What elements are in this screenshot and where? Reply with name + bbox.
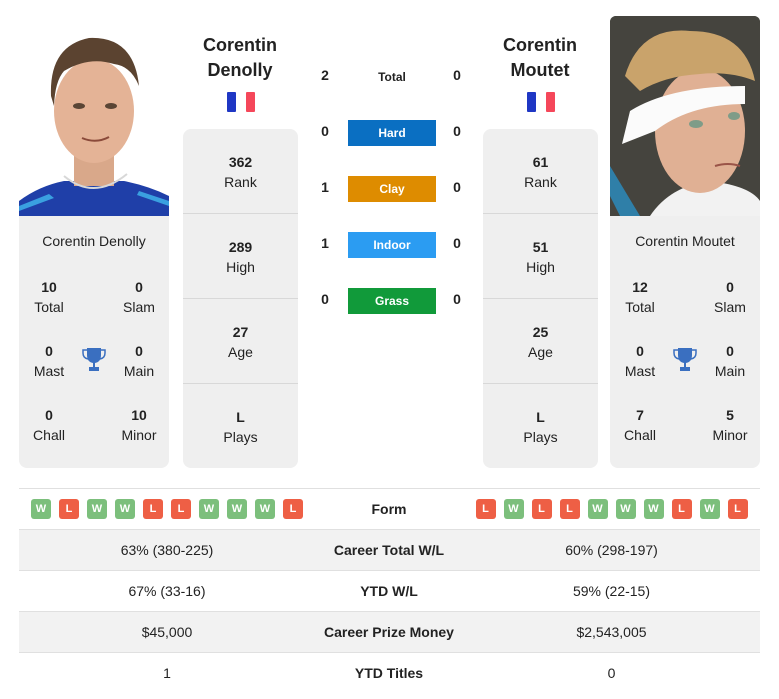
row-value-left: 67% (33-16)	[128, 583, 206, 599]
surface-badge-hard[interactable]: Hard	[348, 120, 436, 146]
row-label: Career Total W/L	[333, 542, 445, 558]
form-badge-loss[interactable]: L	[59, 499, 79, 519]
form-badge-win[interactable]: W	[87, 499, 107, 519]
stat-age-left: 27 Age	[183, 299, 298, 384]
flag-france-icon	[527, 92, 555, 112]
form-badge-loss[interactable]: L	[559, 499, 580, 519]
flag-stripe	[245, 92, 255, 112]
h2h-row-indoor: 1 Indoor 0	[300, 232, 480, 258]
h2h-row-total: 2 Total 0	[300, 64, 480, 90]
titles-slam-left: 0 Slam	[123, 279, 155, 315]
row-label: YTD Titles	[354, 665, 424, 681]
titles-chall-right: 7 Chall	[624, 407, 656, 443]
h2h-label-total: Total	[378, 70, 406, 84]
form-badge-win[interactable]: W	[699, 499, 720, 519]
flag-france-icon	[227, 92, 255, 112]
form-badge-loss[interactable]: L	[283, 499, 303, 519]
form-badge-loss[interactable]: L	[671, 499, 692, 519]
titles-total-right: 12 Total	[625, 279, 655, 315]
player-photo-right-image	[610, 16, 760, 216]
surface-badge-grass[interactable]: Grass	[348, 288, 436, 314]
stat-plays-left: L Plays	[223, 409, 258, 445]
row-value-left: 63% (380-225)	[120, 542, 214, 558]
form-badges-right: LWLLWWWLWL	[463, 489, 760, 529]
stat-rank-right: 61 Rank	[483, 129, 598, 214]
trophy-icon	[673, 348, 697, 371]
player-name-left: Corentin Denolly	[42, 233, 146, 249]
form-badge-loss[interactable]: L	[171, 499, 191, 519]
titles-chall-left: 0 Chall	[33, 407, 65, 443]
row-value-right: $2,543,005	[576, 624, 647, 640]
h2h-row-clay: 1 Clay 0	[300, 176, 480, 202]
form-badge-loss[interactable]: L	[475, 499, 496, 519]
row-value-left: $45,000	[141, 624, 193, 640]
flag-stripe	[236, 92, 246, 112]
surface-badge-indoor[interactable]: Indoor	[348, 232, 436, 258]
flag-stripe	[545, 92, 555, 112]
trophy-icon	[82, 348, 106, 371]
flag-stripe	[227, 92, 237, 112]
row-label-form: Form	[371, 501, 407, 517]
form-badge-win[interactable]: W	[227, 499, 247, 519]
h2h-row-grass: 0 Grass 0	[300, 288, 480, 314]
row-value-right: 59% (22-15)	[572, 583, 651, 599]
table-row: 1 YTD Titles 0	[19, 652, 760, 693]
row-value-left: 1	[163, 665, 171, 681]
player-header-name-right[interactable]: Corentin Moutet	[475, 33, 605, 83]
h2h-row-hard: 0 Hard 0	[300, 120, 480, 146]
stat-high-right: 51 High	[483, 214, 598, 299]
titles-mast-left: 0 Mast	[33, 343, 65, 379]
form-badges-left: WLWWLLWWWL	[19, 489, 315, 529]
form-badge-win[interactable]: W	[587, 499, 608, 519]
form-badge-loss[interactable]: L	[143, 499, 163, 519]
flag-stripe	[527, 92, 537, 112]
table-row: 67% (33-16) YTD W/L 59% (22-15)	[19, 570, 760, 611]
row-value-right: 60% (298-197)	[565, 542, 658, 558]
stat-age-right: 25 Age	[483, 299, 598, 384]
player-card-left: Corentin Denolly 10 Total 0 Slam 0 Mast …	[19, 216, 169, 468]
table-row: 63% (380-225) Career Total W/L 60% (298-…	[19, 529, 760, 570]
player-photo-right[interactable]	[610, 16, 760, 216]
stats-column-left: 362 Rank 289 High 27 Age L Plays	[183, 129, 298, 468]
form-badge-win[interactable]: W	[643, 499, 664, 519]
titles-mast-right: 0 Mast	[624, 343, 656, 379]
form-badge-win[interactable]: W	[199, 499, 219, 519]
row-label: Career Prize Money	[324, 624, 454, 640]
form-badge-win[interactable]: W	[615, 499, 636, 519]
table-row-form: WLWWLLWWWL Form LWLLWWWLWL	[19, 488, 760, 529]
player-card-right: Corentin Moutet 12 Total 0 Slam 0 Mast 0…	[610, 216, 760, 468]
form-badge-win[interactable]: W	[503, 499, 524, 519]
form-badge-win[interactable]: W	[31, 499, 51, 519]
titles-main-right: 0 Main	[714, 343, 746, 379]
comparison-table: WLWWLLWWWL Form LWLLWWWLWL 63% (380-225)…	[19, 488, 760, 693]
form-badge-loss[interactable]: L	[531, 499, 552, 519]
titles-main-left: 0 Main	[123, 343, 155, 379]
flag-stripe	[536, 92, 546, 112]
table-row: $45,000 Career Prize Money $2,543,005	[19, 611, 760, 652]
titles-minor-left: 10 Minor	[121, 407, 157, 443]
stat-plays-right: L Plays	[523, 409, 558, 445]
form-badge-win[interactable]: W	[115, 499, 135, 519]
player-name-right: Corentin Moutet	[635, 233, 735, 249]
stat-rank-left: 362 Rank	[183, 129, 298, 214]
form-badge-win[interactable]: W	[255, 499, 275, 519]
titles-slam-right: 0 Slam	[714, 279, 746, 315]
stats-column-right: 61 Rank 51 High 25 Age L Plays	[483, 129, 598, 468]
row-value-right: 0	[607, 665, 616, 681]
form-badge-loss[interactable]: L	[727, 499, 748, 519]
player-photo-left[interactable]	[19, 16, 169, 216]
row-label: YTD W/L	[360, 583, 418, 599]
titles-total-left: 10 Total	[34, 279, 64, 315]
player-header-name-left[interactable]: Corentin Denolly	[175, 33, 305, 83]
surface-badge-clay[interactable]: Clay	[348, 176, 436, 202]
player-photo-left-image	[19, 16, 169, 216]
titles-minor-right: 5 Minor	[712, 407, 748, 443]
stat-high-left: 289 High	[183, 214, 298, 299]
